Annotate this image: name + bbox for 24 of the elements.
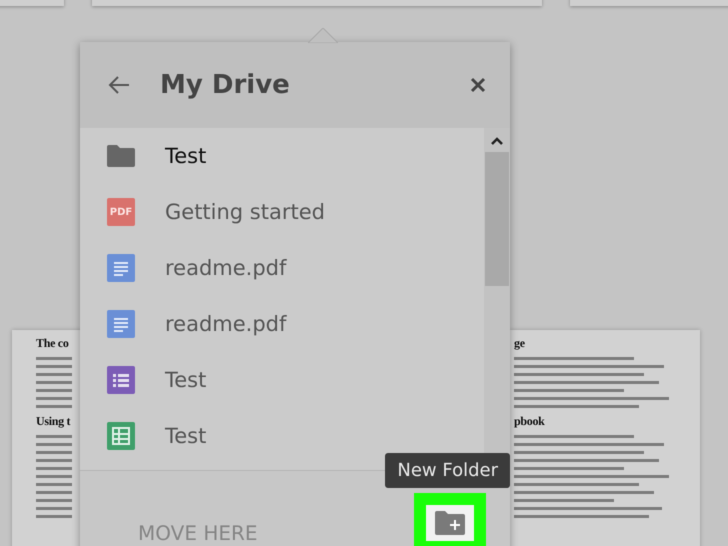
document-icon bbox=[107, 310, 135, 338]
file-name[interactable]: readme.pdf bbox=[165, 256, 286, 280]
document-heading: The co bbox=[36, 336, 69, 351]
folder-plus-icon bbox=[435, 511, 465, 535]
document-heading: Using t bbox=[36, 414, 70, 429]
file-name[interactable]: Test bbox=[165, 368, 206, 392]
document-heading: pbook bbox=[514, 414, 545, 429]
list-icon bbox=[107, 366, 135, 394]
new-folder-button[interactable] bbox=[414, 493, 486, 546]
tooltip: New Folder bbox=[385, 453, 510, 488]
file-name[interactable]: readme.pdf bbox=[165, 312, 286, 336]
blurred-text-drawing bbox=[36, 357, 72, 408]
file-name[interactable]: Test bbox=[165, 144, 206, 168]
dialog-title: My Drive bbox=[160, 70, 291, 100]
file-name[interactable]: Getting started bbox=[165, 200, 325, 224]
file-name[interactable]: Test bbox=[165, 424, 206, 448]
pdf-icon: PDF bbox=[107, 198, 135, 226]
document-heading: ge bbox=[514, 336, 525, 351]
folder-icon bbox=[107, 145, 135, 167]
close-button[interactable] bbox=[470, 77, 486, 93]
chevron-up-icon[interactable] bbox=[490, 136, 504, 146]
back-button[interactable] bbox=[108, 76, 130, 94]
spreadsheet-icon bbox=[107, 422, 135, 450]
document-icon bbox=[107, 254, 135, 282]
